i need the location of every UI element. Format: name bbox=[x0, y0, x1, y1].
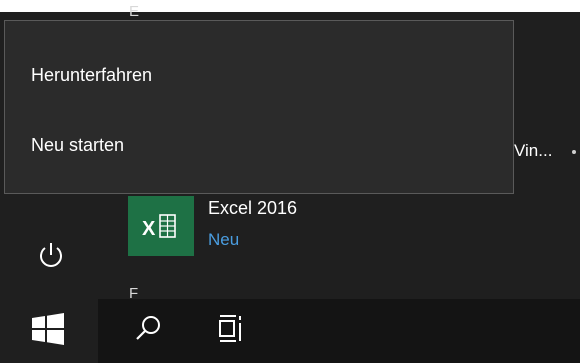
windows-logo-icon bbox=[32, 313, 64, 345]
shutdown-menu-item[interactable]: Herunterfahren bbox=[5, 43, 513, 107]
new-app-badge: Neu bbox=[208, 230, 240, 249]
task-view-icon bbox=[219, 315, 241, 342]
start-button[interactable] bbox=[24, 299, 72, 357]
app-name-excel[interactable]: Excel 2016 bbox=[208, 196, 297, 220]
task-view-button[interactable] bbox=[206, 299, 254, 357]
more-indicator-icon bbox=[572, 150, 576, 154]
svg-text:X: X bbox=[142, 218, 156, 240]
app-list-item-truncated[interactable]: Vin... bbox=[514, 140, 552, 162]
search-button[interactable] bbox=[124, 299, 172, 357]
power-icon bbox=[40, 243, 62, 267]
search-icon bbox=[136, 316, 160, 340]
start-menu: E Vin... X Excel 2016 Neu F Herunterfahr… bbox=[0, 0, 580, 301]
power-options-flyout: Herunterfahren Neu starten bbox=[4, 20, 514, 194]
top-strip bbox=[0, 0, 580, 12]
power-button[interactable] bbox=[28, 232, 74, 278]
restart-menu-item[interactable]: Neu starten bbox=[5, 113, 513, 177]
excel-tile[interactable]: X bbox=[128, 196, 194, 256]
section-header-e[interactable]: E bbox=[129, 4, 139, 19]
excel-icon: X bbox=[142, 214, 176, 240]
desktop: E Vin... X Excel 2016 Neu F Herunterfahr… bbox=[0, 0, 580, 363]
